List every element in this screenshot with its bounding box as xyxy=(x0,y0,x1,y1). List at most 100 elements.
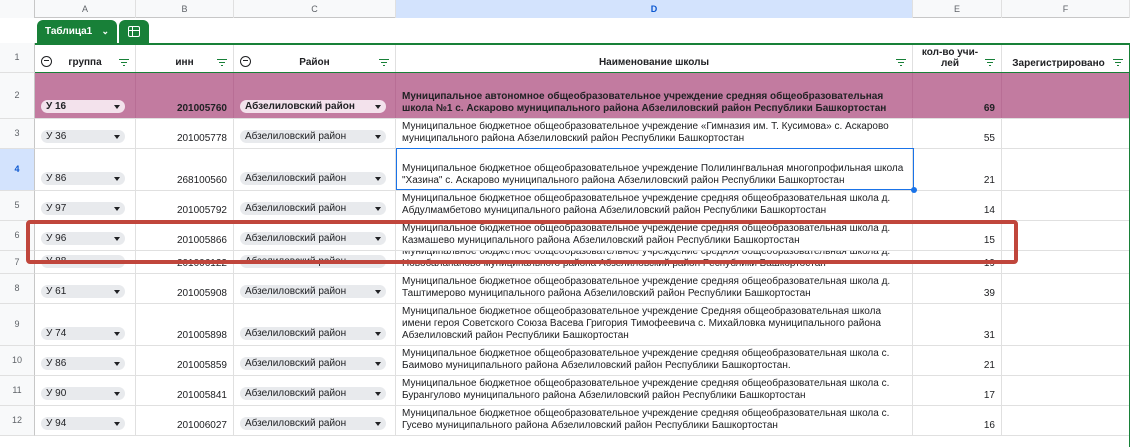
cell-group[interactable]: У 94 xyxy=(35,406,136,435)
district-dropdown-chip[interactable]: Абзелиловский район xyxy=(240,387,386,400)
cell-group[interactable]: У 86 xyxy=(35,346,136,375)
cell-school[interactable]: Муниципальное бюджетное общеобразователь… xyxy=(396,304,913,345)
district-dropdown-chip[interactable]: Абзелиловский район xyxy=(240,327,386,340)
cell-district[interactable]: Абзелиловский район xyxy=(234,149,396,190)
row-header-1[interactable]: 1 xyxy=(0,43,35,73)
district-dropdown-chip[interactable]: Абзелиловский район xyxy=(240,100,386,113)
table-view-button[interactable] xyxy=(119,20,149,43)
row-header-6[interactable]: 6 xyxy=(0,221,35,251)
cell-inn[interactable]: 201005866 xyxy=(136,221,234,250)
cell-inn[interactable]: 201005760 xyxy=(136,73,234,118)
group-dropdown-chip[interactable]: У 90 xyxy=(41,387,125,400)
cell-teachers[interactable]: 69 xyxy=(913,73,1002,118)
cell-teachers[interactable]: 21 xyxy=(913,149,1002,190)
group-dropdown-chip[interactable]: У 94 xyxy=(41,417,125,430)
district-dropdown-chip[interactable]: Абзелиловский район xyxy=(240,130,386,143)
cell-group[interactable]: У 90 xyxy=(35,376,136,405)
group-dropdown-chip[interactable]: У 61 xyxy=(41,285,125,298)
cell-school[interactable]: Муниципальное бюджетное общеобразователь… xyxy=(396,191,913,220)
row-header-7[interactable]: 7 xyxy=(0,251,35,274)
cell-teachers[interactable]: 19 xyxy=(913,251,1002,273)
filter-icon[interactable] xyxy=(119,59,129,67)
cell-inn[interactable]: 201005908 xyxy=(136,274,234,303)
cell-school[interactable]: Муниципальное бюджетное общеобразователь… xyxy=(396,149,913,190)
cell-inn[interactable]: 201005898 xyxy=(136,304,234,345)
cell-registered[interactable] xyxy=(1002,73,1130,118)
row-header-10[interactable]: 10 xyxy=(0,346,35,376)
cell-district[interactable]: Абзелиловский район xyxy=(234,274,396,303)
cell-inn[interactable]: 201005859 xyxy=(136,346,234,375)
cell-registered[interactable] xyxy=(1002,119,1130,148)
cell-district[interactable]: Абзелиловский район xyxy=(234,376,396,405)
header-group[interactable]: группа xyxy=(35,45,136,72)
cell-registered[interactable] xyxy=(1002,406,1130,435)
cell-teachers[interactable]: 21 xyxy=(913,346,1002,375)
cell-school[interactable]: Муниципальное бюджетное общеобразователь… xyxy=(396,251,913,273)
district-dropdown-chip[interactable]: Абзелиловский район xyxy=(240,255,386,268)
header-inn[interactable]: инн xyxy=(136,45,234,72)
cell-registered[interactable] xyxy=(1002,149,1130,190)
cell-district[interactable]: Абзелиловский район xyxy=(234,251,396,273)
cell-school[interactable]: Муниципальное бюджетное общеобразователь… xyxy=(396,221,913,250)
cell-registered[interactable] xyxy=(1002,251,1130,273)
row-header-12[interactable]: 12 xyxy=(0,406,35,436)
cell-group[interactable]: У 36 xyxy=(35,119,136,148)
cell-registered[interactable] xyxy=(1002,346,1130,375)
filter-icon[interactable] xyxy=(217,59,227,67)
row-header-3[interactable]: 3 xyxy=(0,119,35,149)
column-header-a[interactable]: A xyxy=(35,0,136,18)
cell-registered[interactable] xyxy=(1002,221,1130,250)
cell-teachers[interactable]: 39 xyxy=(913,274,1002,303)
group-dropdown-chip[interactable]: У 86 xyxy=(41,357,125,370)
cell-registered[interactable] xyxy=(1002,376,1130,405)
cell-group[interactable]: У 16 xyxy=(35,73,136,118)
group-dropdown-chip[interactable]: У 16 xyxy=(41,100,125,113)
filter-icon[interactable] xyxy=(985,59,995,67)
column-header-d[interactable]: D xyxy=(396,0,913,18)
cell-group[interactable]: У 88 xyxy=(35,251,136,273)
cell-school[interactable]: Муниципальное бюджетное общеобразователь… xyxy=(396,119,913,148)
cell-group[interactable]: У 96 xyxy=(35,221,136,250)
group-dropdown-chip[interactable]: У 88 xyxy=(41,255,125,268)
group-dropdown-chip[interactable]: У 36 xyxy=(41,130,125,143)
cell-teachers[interactable]: 14 xyxy=(913,191,1002,220)
filter-icon[interactable] xyxy=(379,59,389,67)
group-dropdown-chip[interactable]: У 96 xyxy=(41,232,125,245)
cell-inn[interactable]: 201005841 xyxy=(136,376,234,405)
header-district[interactable]: Район xyxy=(234,45,396,72)
district-dropdown-chip[interactable]: Абзелиловский район xyxy=(240,285,386,298)
cell-school[interactable]: Муниципальное бюджетное общеобразователь… xyxy=(396,274,913,303)
cell-district[interactable]: Абзелиловский район xyxy=(234,73,396,118)
header-registered[interactable]: Зарегистрировано xyxy=(1002,45,1130,72)
cell-group[interactable]: У 86 xyxy=(35,149,136,190)
cell-district[interactable]: Абзелиловский район xyxy=(234,221,396,250)
cell-group[interactable]: У 74 xyxy=(35,304,136,345)
row-header-4[interactable]: 4 xyxy=(0,149,35,191)
cell-district[interactable]: Абзелиловский район xyxy=(234,304,396,345)
district-dropdown-chip[interactable]: Абзелиловский район xyxy=(240,172,386,185)
row-header-9[interactable]: 9 xyxy=(0,304,35,346)
header-school[interactable]: Наименование школы xyxy=(396,45,913,72)
header-teachers[interactable]: кол-во учи-лей xyxy=(913,45,1002,72)
cell-inn[interactable]: 201006122 xyxy=(136,251,234,273)
cell-teachers[interactable]: 31 xyxy=(913,304,1002,345)
cell-district[interactable]: Абзелиловский район xyxy=(234,406,396,435)
column-header-c[interactable]: C xyxy=(234,0,396,18)
cell-registered[interactable] xyxy=(1002,304,1130,345)
district-dropdown-chip[interactable]: Абзелиловский район xyxy=(240,357,386,370)
cell-district[interactable]: Абзелиловский район xyxy=(234,346,396,375)
cell-inn[interactable]: 201005792 xyxy=(136,191,234,220)
group-dropdown-chip[interactable]: У 74 xyxy=(41,327,125,340)
cell-school[interactable]: Муниципальное бюджетное общеобразователь… xyxy=(396,406,913,435)
cell-teachers[interactable]: 17 xyxy=(913,376,1002,405)
cell-registered[interactable] xyxy=(1002,274,1130,303)
cell-school[interactable]: Муниципальное бюджетное общеобразователь… xyxy=(396,376,913,405)
cell-district[interactable]: Абзелиловский район xyxy=(234,119,396,148)
cell-group[interactable]: У 97 xyxy=(35,191,136,220)
filter-icon[interactable] xyxy=(896,59,906,67)
row-header-5[interactable]: 5 xyxy=(0,191,35,221)
column-header-e[interactable]: E xyxy=(913,0,1002,18)
row-header-8[interactable]: 8 xyxy=(0,274,35,304)
cell-district[interactable]: Абзелиловский район xyxy=(234,191,396,220)
district-dropdown-chip[interactable]: Абзелиловский район xyxy=(240,232,386,245)
